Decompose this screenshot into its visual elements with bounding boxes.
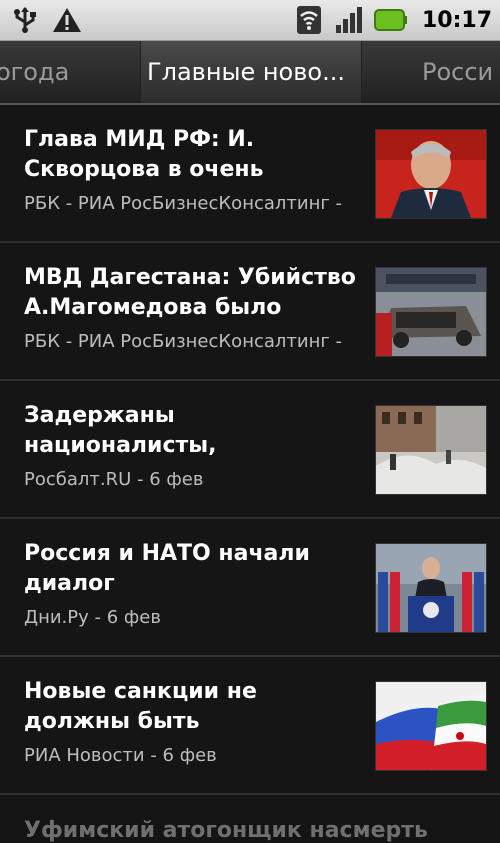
- news-source: РБК - РИА РосБизнесКонсалтинг -: [24, 193, 343, 214]
- news-title: Россия и НАТО начали диалог: [24, 541, 310, 596]
- news-thumbnail: [375, 405, 487, 495]
- news-title: Задержаны националисты,: [24, 403, 217, 458]
- category-tabs: огода Главные ново... Росси: [0, 41, 500, 105]
- news-item[interactable]: Задержаны националисты, Росбалт.RU - 6 ф…: [0, 381, 500, 519]
- news-title: МВД Дагестана: Убийство А.Магомедова был…: [24, 265, 356, 320]
- warning-icon: [52, 5, 82, 35]
- tab-weather[interactable]: огода: [0, 41, 69, 103]
- news-item[interactable]: Глава МИД РФ: И. Скворцова в очень РБК -…: [0, 105, 500, 243]
- news-list: Глава МИД РФ: И. Скворцова в очень РБК -…: [0, 105, 500, 795]
- news-thumbnail: [375, 267, 487, 357]
- news-source: РИА Новости - 6 фев: [24, 745, 217, 766]
- usb-icon: [10, 5, 40, 35]
- news-thumbnail: [375, 681, 487, 771]
- status-bar: 10:17: [0, 0, 500, 41]
- news-source: Дни.Ру - 6 фев: [24, 607, 161, 628]
- news-title: Глава МИД РФ: И. Скворцова в очень: [24, 127, 264, 182]
- news-item[interactable]: Россия и НАТО начали диалог Дни.Ру - 6 ф…: [0, 519, 500, 657]
- wifi-icon: [294, 5, 324, 35]
- news-item[interactable]: МВД Дагестана: Убийство А.Магомедова был…: [0, 243, 500, 381]
- signal-icon: [334, 5, 364, 35]
- news-item-partial[interactable]: Уфимский атогонщик насмерть: [24, 818, 428, 843]
- news-title: Новые санкции не должны быть: [24, 679, 257, 734]
- news-source: РБК - РИА РосБизнесКонсалтинг -: [24, 331, 343, 352]
- news-thumbnail: [375, 543, 487, 633]
- tab-russia[interactable]: Росси: [422, 41, 493, 103]
- news-source: Росбалт.RU - 6 фев: [24, 469, 204, 490]
- news-item[interactable]: Новые санкции не должны быть РИА Новости…: [0, 657, 500, 795]
- tab-main-news[interactable]: Главные ново...: [140, 41, 362, 103]
- news-thumbnail: [375, 129, 487, 219]
- clock: 10:17: [421, 7, 492, 33]
- battery-icon: [373, 5, 408, 35]
